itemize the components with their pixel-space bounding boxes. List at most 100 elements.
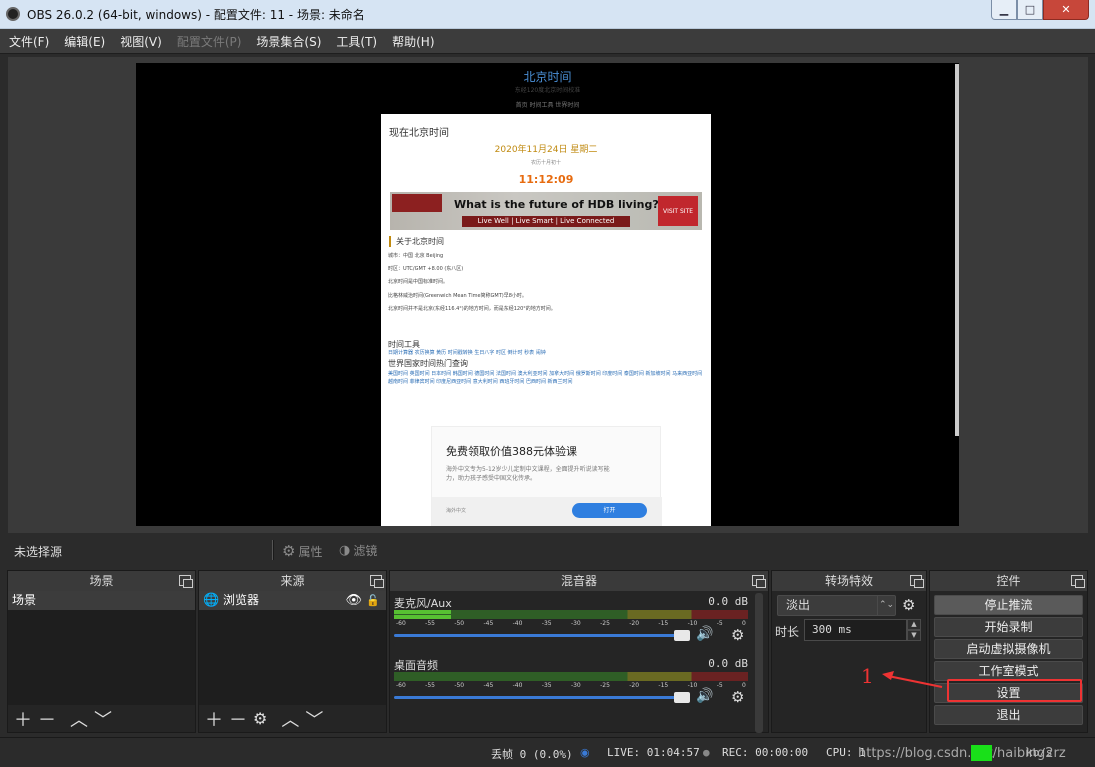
title-bar: OBS 26.0.2 (64-bit, windows) - 配置文件: 11 … bbox=[0, 0, 1095, 29]
move-down-icon[interactable]: ﹀ bbox=[305, 706, 323, 732]
stop-streaming-button[interactable]: 停止推流 bbox=[934, 595, 1083, 615]
add-icon[interactable]: ＋ bbox=[14, 706, 32, 732]
page-heading: 现在北京时间 bbox=[389, 128, 449, 139]
menu-help[interactable]: 帮助(H) bbox=[392, 33, 434, 50]
source-toolbar: 未选择源 ⚙ 属性 ◑ 滤镜 bbox=[8, 537, 1088, 565]
meter-tick-label: -30 bbox=[570, 620, 581, 627]
gear-icon[interactable]: ⚙ bbox=[731, 626, 744, 644]
volume-slider[interactable] bbox=[394, 630, 690, 641]
scenes-title: 场景 bbox=[89, 574, 114, 588]
properties-button[interactable]: ⚙ 属性 bbox=[282, 542, 322, 560]
status-bar: 丢帧 0 (0.0%) ◉ LIVE: 01:04:57 ● REC: 00:0… bbox=[0, 737, 1095, 767]
gear-icon: ⚙ bbox=[282, 542, 296, 560]
scenes-list: 场景 bbox=[8, 591, 195, 705]
chevron-up-icon[interactable]: ▲ bbox=[907, 619, 921, 630]
record-dot-icon: ● bbox=[703, 746, 710, 759]
meter-tick-label: -20 bbox=[629, 620, 640, 627]
preview-canvas[interactable]: 北京时间 东经120度北京时间校准 首页 时间工具 世界时间 现在北京时间 20… bbox=[136, 63, 959, 526]
undock-icon[interactable] bbox=[910, 575, 924, 588]
menu-view[interactable]: 视图(V) bbox=[120, 33, 162, 50]
maximize-button[interactable]: □ bbox=[1017, 0, 1043, 20]
controls-header: 控件 bbox=[930, 571, 1087, 591]
minimize-button[interactable]: ▁ bbox=[991, 0, 1017, 20]
source-item-label: 浏览器 bbox=[223, 593, 260, 607]
meter-tick-label: -5 bbox=[716, 620, 723, 627]
bitrate-unit: kb/s bbox=[1026, 746, 1053, 759]
volume-slider[interactable] bbox=[394, 692, 690, 703]
window-controls: ▁ □ ✕ bbox=[991, 0, 1089, 20]
course-ad-title: 免费领取价值388元体验课 bbox=[446, 445, 577, 458]
page-lunar-date: 农历十月初十 bbox=[530, 160, 561, 166]
gear-icon[interactable]: ⚙ bbox=[902, 596, 915, 614]
meter-level bbox=[394, 615, 451, 619]
start-virtual-camera-button[interactable]: 启动虚拟摄像机 bbox=[934, 639, 1083, 659]
transition-selected: 淡出 bbox=[786, 598, 811, 612]
studio-mode-button[interactable]: 工作室模式 bbox=[934, 661, 1083, 681]
undock-icon[interactable] bbox=[370, 575, 384, 588]
sources-header: 来源 bbox=[199, 571, 386, 591]
duration-label: 时长 bbox=[775, 625, 800, 639]
meter-tick-label: -25 bbox=[600, 620, 610, 627]
rec-timer: REC: 00:00:00 bbox=[722, 746, 809, 759]
track-db: 0.0 dB bbox=[708, 595, 748, 608]
course-ad-sponsor: 海外中文 bbox=[446, 508, 467, 514]
menu-file[interactable]: 文件(F) bbox=[9, 33, 49, 50]
site-title: 北京时间 bbox=[523, 70, 572, 84]
gear-icon[interactable]: ⚙ bbox=[731, 688, 744, 706]
controls-title: 控件 bbox=[996, 574, 1021, 588]
scene-item[interactable]: 场景 bbox=[8, 591, 195, 610]
add-icon[interactable]: ＋ bbox=[205, 706, 223, 732]
start-recording-button[interactable]: 开始录制 bbox=[934, 617, 1083, 637]
meter-tick-label: -35 bbox=[541, 682, 552, 689]
speaker-icon[interactable]: 🔊 bbox=[696, 688, 713, 704]
duration-spinner[interactable]: ▲ ▼ bbox=[907, 619, 921, 641]
sources-title: 来源 bbox=[280, 574, 305, 588]
move-down-icon[interactable]: ﹀ bbox=[94, 706, 112, 732]
remove-icon[interactable]: － bbox=[38, 706, 56, 732]
undock-icon[interactable] bbox=[1071, 575, 1085, 588]
meter-tick-label: -40 bbox=[512, 620, 523, 627]
transition-select[interactable]: 淡出 ⌃⌄ bbox=[777, 595, 896, 616]
menu-edit[interactable]: 编辑(E) bbox=[64, 33, 105, 50]
undock-icon[interactable] bbox=[752, 575, 766, 588]
chevron-updown-icon: ⌃⌄ bbox=[877, 596, 895, 615]
meter-tick-label: -5 bbox=[716, 682, 723, 689]
track-name: 麦克风/Aux bbox=[394, 597, 452, 610]
remove-icon[interactable]: － bbox=[229, 706, 247, 732]
info-line: 北京时间是中国标准时间。 bbox=[388, 279, 449, 285]
sources-dock: 来源 🌐 浏览器 👁 🔓 ＋ － ⚙ ︿ ﹀ bbox=[198, 570, 387, 733]
annotation-number: 1 bbox=[861, 664, 874, 688]
slider-handle[interactable] bbox=[674, 692, 690, 703]
ad-headline: What is the future of HDB living? bbox=[454, 198, 659, 211]
move-up-icon[interactable]: ︿ bbox=[281, 706, 299, 732]
sources-toolbar: ＋ － ⚙ ︿ ﹀ bbox=[199, 705, 386, 732]
mixer-scrollbar[interactable] bbox=[755, 593, 763, 733]
menu-tools[interactable]: 工具(T) bbox=[336, 33, 377, 50]
duration-input[interactable]: 300 ms bbox=[804, 619, 907, 641]
undock-icon[interactable] bbox=[179, 575, 193, 588]
menu-scene-collection[interactable]: 场景集合(S) bbox=[256, 33, 321, 50]
dropped-frames: 丢帧 0 (0.0%) bbox=[491, 748, 573, 761]
lock-icon[interactable]: 🔓 bbox=[366, 591, 380, 610]
close-button[interactable]: ✕ bbox=[1043, 0, 1089, 20]
site-subtitle: 东经120度北京时间校准 bbox=[514, 87, 581, 94]
course-ad-desc: 海外中文专为5-12岁少儿定制中文课程，全面提升听说读写能力，助力孩子感受中国文… bbox=[446, 466, 610, 482]
about-title: 关于北京时间 bbox=[389, 236, 444, 247]
meter-tick-label: -15 bbox=[658, 620, 669, 627]
move-up-icon[interactable]: ︿ bbox=[70, 706, 88, 732]
filters-button[interactable]: ◑ 滤镜 bbox=[339, 542, 377, 559]
site-nav: 首页 时间工具 世界时间 bbox=[515, 102, 580, 109]
source-item[interactable]: 🌐 浏览器 👁 🔓 bbox=[199, 591, 386, 610]
speaker-icon[interactable]: 🔊 bbox=[696, 626, 713, 642]
annotation-arrow-icon bbox=[882, 671, 943, 688]
chevron-down-icon[interactable]: ▼ bbox=[907, 630, 921, 641]
eye-icon[interactable]: 👁 bbox=[345, 591, 362, 610]
properties-label: 属性 bbox=[298, 544, 323, 559]
slider-handle[interactable] bbox=[674, 630, 690, 641]
exit-button[interactable]: 退出 bbox=[934, 705, 1083, 725]
course-ad-open-button: 打开 bbox=[572, 503, 647, 518]
menu-profile[interactable]: 配置文件(P) bbox=[177, 33, 242, 50]
scenes-toolbar: ＋ － ︿ ﹀ bbox=[8, 705, 195, 732]
gear-icon[interactable]: ⚙ bbox=[253, 709, 267, 728]
browser-source-page: 现在北京时间 2020年11月24日 星期二 农历十月初十 11:12:09 W… bbox=[381, 114, 711, 526]
